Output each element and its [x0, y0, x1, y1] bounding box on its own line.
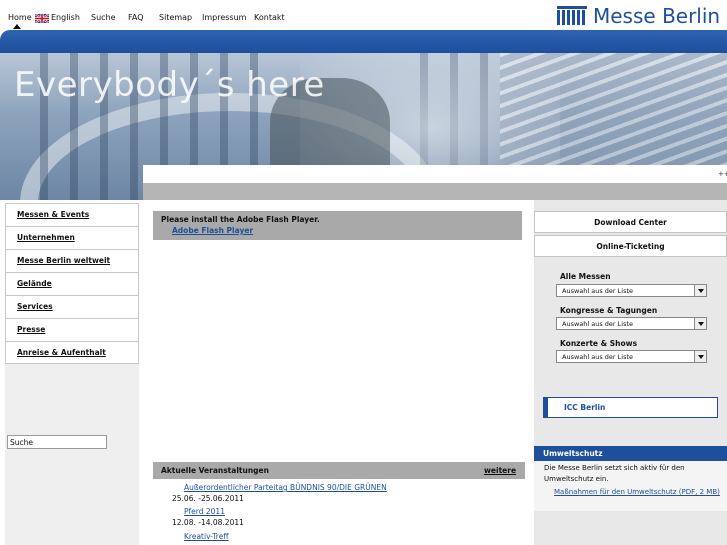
caret-up-icon: [13, 24, 21, 29]
nav-english-link[interactable]: English: [51, 13, 80, 22]
filter-label-messen: Alle Messen: [560, 272, 611, 281]
flash-player-link[interactable]: Adobe Flash Player: [172, 226, 253, 235]
filter-label-kongresse: Kongresse & Tagungen: [560, 306, 658, 315]
filter-select-value: Auswahl aus der Liste: [562, 353, 634, 361]
leftnav-item-presse[interactable]: Presse: [5, 318, 139, 341]
messe-berlin-logo[interactable]: Messe Berlin: [555, 4, 725, 28]
umwelt-text: Die Messe Berlin setzt sich aktiv für de…: [544, 464, 685, 483]
leftnav-item-weltweit[interactable]: Messe Berlin weltweit: [5, 249, 139, 272]
content-tab: [143, 165, 727, 183]
nav-home-link[interactable]: Home: [8, 13, 32, 22]
download-center-button[interactable]: Download Center: [534, 211, 727, 233]
filter-select-konzerte[interactable]: Auswahl aus der Liste: [556, 350, 707, 363]
nav-kontakt-link[interactable]: Kontakt: [254, 13, 285, 22]
event-date: 25.06. -25.06.2011: [172, 494, 244, 503]
icc-berlin-button[interactable]: ICC Berlin: [543, 397, 718, 418]
nav-sitemap-link[interactable]: Sitemap: [159, 13, 192, 22]
umwelt-header: Umweltschutz: [534, 446, 727, 461]
online-ticketing-button[interactable]: Online-Ticketing: [534, 235, 727, 257]
nav-suche-link[interactable]: Suche: [91, 13, 116, 22]
event-link[interactable]: Kreativ-Treff: [184, 532, 229, 541]
filter-label-konzerte: Konzerte & Shows: [560, 339, 638, 348]
umwelt-pdf-link[interactable]: Maßnahmen für den Umweltschutz (PDF, 2 M…: [554, 488, 720, 496]
events-more-link[interactable]: weitere: [484, 466, 516, 475]
nav-impressum-link[interactable]: Impressum: [202, 13, 246, 22]
logo-bars-icon: [557, 6, 587, 25]
header-blue-band: [0, 30, 727, 53]
leftnav-item-unternehmen[interactable]: Unternehmen: [5, 226, 139, 249]
left-panel: [5, 364, 139, 545]
leftnav-item-gelaende[interactable]: Gelände: [5, 272, 139, 295]
plusplus-marker: ++: [718, 170, 727, 178]
content-grey-bar: [143, 183, 727, 200]
logo-wordmark: Messe Berlin: [593, 4, 721, 28]
leftnav-item-messen-events[interactable]: Messen & Events: [5, 203, 139, 226]
filter-select-value: Auswahl aus der Liste: [562, 320, 634, 328]
search-input[interactable]: [7, 435, 107, 449]
uk-flag-icon[interactable]: [35, 14, 49, 23]
left-navigation: Messen & Events Unternehmen Messe Berlin…: [5, 203, 139, 364]
events-title: Aktuelle Veranstaltungen: [161, 466, 269, 475]
nav-faq-link[interactable]: FAQ: [128, 13, 144, 22]
leftnav-item-anreise[interactable]: Anreise & Aufenthalt: [5, 341, 139, 364]
event-link[interactable]: Pferd 2011: [184, 507, 225, 516]
chevron-down-icon[interactable]: [694, 351, 706, 362]
filter-select-kongresse[interactable]: Auswahl aus der Liste: [556, 317, 707, 330]
filter-select-value: Auswahl aus der Liste: [562, 287, 634, 295]
hero-slogan: Everybody´s here: [14, 65, 325, 105]
leftnav-item-services[interactable]: Services: [5, 295, 139, 318]
event-link[interactable]: Außerordentlicher Parteitag BÜNDNIS 90/D…: [184, 483, 387, 492]
flash-notice-title: Please install the Adobe Flash Player.: [161, 215, 320, 224]
chevron-down-icon[interactable]: [694, 285, 706, 296]
event-date: 12.08. -14.08.2011: [172, 518, 244, 527]
filter-select-messen[interactable]: Auswahl aus der Liste: [556, 284, 707, 297]
chevron-down-icon[interactable]: [694, 318, 706, 329]
